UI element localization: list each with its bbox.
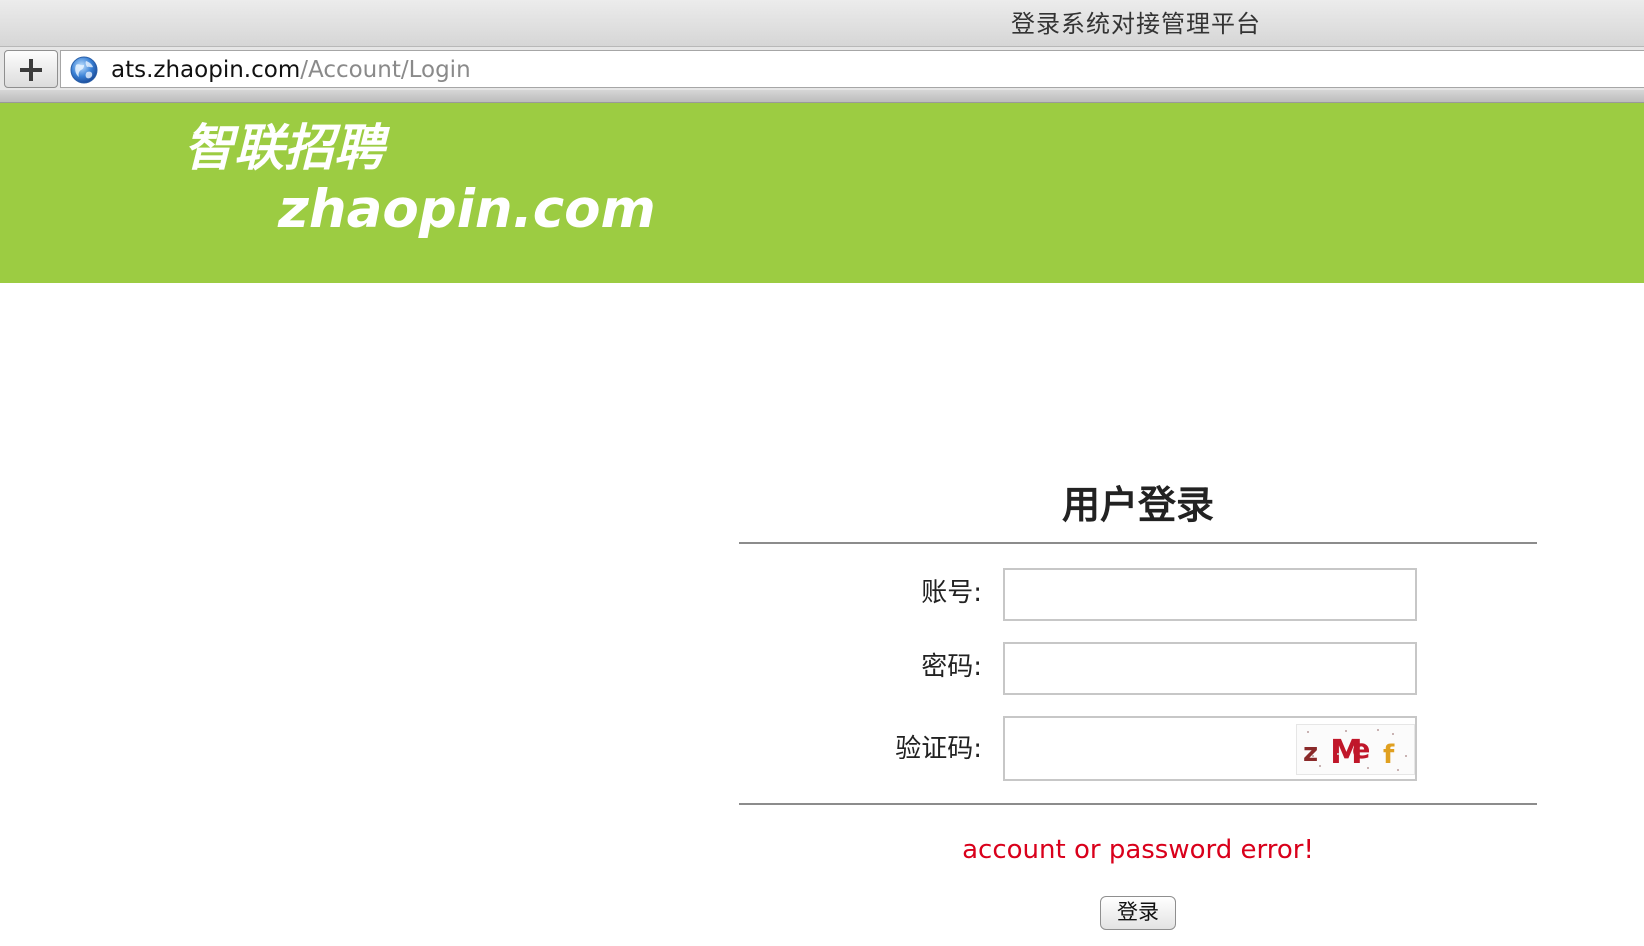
captcha-noise-dot <box>1377 729 1379 731</box>
captcha-noise-dot <box>1307 731 1309 733</box>
url-text: ats.zhaopin.com/Account/Login <box>111 56 471 84</box>
window-titlebar: 登录系统对接管理平台 <box>0 0 1644 46</box>
password-input[interactable] <box>1003 642 1417 695</box>
login-title: 用户登录 <box>1061 483 1214 527</box>
page-header: 智联招聘 zhaopin.com <box>0 103 1644 283</box>
captcha-noise-dot <box>1312 755 1314 757</box>
captcha-noise-dot <box>1367 767 1369 769</box>
captcha-noise-dot <box>1397 769 1399 771</box>
browser-toolbar: ats.zhaopin.com/Account/Login <box>0 46 1644 91</box>
new-tab-button[interactable] <box>4 50 58 88</box>
error-message: account or password error! <box>962 835 1314 865</box>
captcha-char: f <box>1383 740 1395 770</box>
account-input[interactable] <box>1003 568 1417 621</box>
form-divider-top <box>739 542 1537 544</box>
window-title: 登录系统对接管理平台 <box>1011 10 1261 38</box>
logo-chinese: 智联招聘 <box>184 119 384 177</box>
globe-icon <box>70 56 98 84</box>
captcha-noise-dot <box>1345 730 1347 732</box>
captcha-label: 验证码: <box>895 734 982 764</box>
captcha-noise-dot <box>1405 755 1407 757</box>
login-button[interactable]: 登录 <box>1100 896 1176 930</box>
captcha-noise-dot <box>1392 733 1394 735</box>
toolbar-separator <box>0 90 1644 103</box>
captcha-noise-dot <box>1319 765 1321 767</box>
captcha-char: z <box>1303 738 1319 768</box>
url-host: ats.zhaopin.com <box>111 57 301 83</box>
captcha-noise-dot <box>1337 753 1339 755</box>
address-bar[interactable]: ats.zhaopin.com/Account/Login <box>60 50 1644 88</box>
account-label: 账号: <box>921 578 982 608</box>
form-divider-bottom <box>739 803 1537 805</box>
captcha-char: e <box>1352 734 1371 765</box>
logo-english: zhaopin.com <box>278 179 656 240</box>
plus-icon <box>20 59 42 81</box>
url-path: /Account/Login <box>300 57 471 83</box>
captcha-image[interactable]: zMef <box>1296 724 1415 775</box>
password-label: 密码: <box>921 652 982 682</box>
